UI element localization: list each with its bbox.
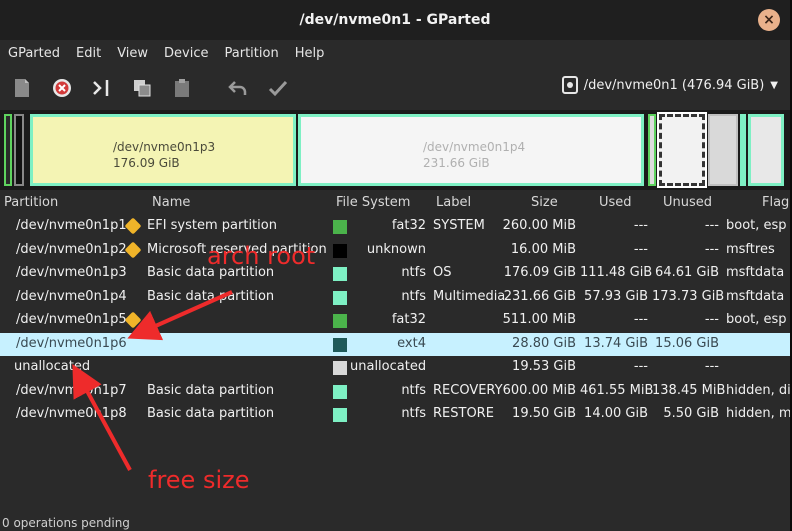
delete-partition-button[interactable]: [44, 73, 80, 103]
partition-segment-p5[interactable]: [648, 114, 656, 186]
title-bar: /dev/nvme0n1 - GParted ×: [0, 0, 790, 40]
undo-icon: [228, 81, 247, 95]
table-row[interactable]: /dev/nvme0n1p5 fat32 511.00 MiB --- --- …: [0, 309, 790, 333]
partition-segment-p4[interactable]: /dev/nvme0n1p4 231.66 GiB: [298, 114, 644, 186]
partition-segment-p3[interactable]: /dev/nvme0n1p3 176.09 GiB: [30, 114, 296, 186]
arch-root-annotation: arch root: [207, 242, 316, 270]
fs-color-swatch: [333, 384, 347, 399]
col-filesystem[interactable]: File System: [336, 195, 410, 210]
fs-color-swatch: [333, 290, 347, 305]
toolbar: /dev/nvme0n1 (476.94 GiB) ▼: [0, 68, 790, 108]
table-row[interactable]: /dev/nvme0n1p8 Basic data partition ntfs…: [0, 403, 790, 427]
segment-p3-name: /dev/nvme0n1p3: [113, 140, 216, 154]
menu-device[interactable]: Device: [156, 46, 216, 61]
segment-p4-name: /dev/nvme0n1p4: [423, 140, 526, 154]
undo-button[interactable]: [220, 73, 256, 103]
menu-help[interactable]: Help: [287, 46, 333, 61]
menu-partition[interactable]: Partition: [217, 46, 287, 61]
status-bar: 0 operations pending: [2, 516, 130, 530]
copy-button[interactable]: [124, 73, 160, 103]
partition-segment-p7[interactable]: [740, 114, 746, 186]
fs-color-swatch: [333, 337, 347, 352]
chevron-down-icon: ▼: [770, 79, 778, 91]
table-row-selected[interactable]: /dev/nvme0n1p6 ext4 28.80 GiB 13.74 GiB …: [0, 332, 790, 356]
warning-icon: [124, 217, 142, 236]
gparted-window: /dev/nvme0n1 - GParted × GParted Edit Vi…: [0, 0, 790, 531]
col-unused[interactable]: Unused: [663, 195, 712, 210]
disk-icon: [561, 76, 578, 94]
apply-icon: [268, 80, 288, 97]
delete-icon: [53, 79, 71, 97]
fs-color-swatch: [333, 314, 347, 328]
partition-segment-p6[interactable]: [657, 112, 707, 188]
warning-icon: [124, 241, 142, 260]
partition-segment-p1[interactable]: [4, 114, 12, 186]
partition-segment-unallocated[interactable]: [708, 114, 738, 186]
col-label[interactable]: Label: [436, 195, 471, 210]
menu-bar: GParted Edit View Device Partition Help: [0, 40, 790, 66]
col-flags[interactable]: Flag: [762, 195, 789, 210]
close-button[interactable]: ×: [758, 9, 780, 31]
col-size[interactable]: Size: [531, 195, 558, 210]
table-row[interactable]: /dev/nvme0n1p4 Basic data partition ntfs…: [0, 286, 790, 310]
paste-button[interactable]: [164, 73, 200, 103]
table-header: Partition Name File System Label Size Us…: [0, 192, 790, 214]
device-selector[interactable]: /dev/nvme0n1 (476.94 GiB) ▼: [561, 76, 778, 94]
table-row[interactable]: /dev/nvme0n1p3 Basic data partition ntfs…: [0, 262, 790, 286]
menu-view[interactable]: View: [109, 46, 156, 61]
fs-color-swatch: [333, 267, 347, 281]
apply-button[interactable]: [260, 73, 296, 103]
partition-map: /dev/nvme0n1p3 176.09 GiB /dev/nvme0n1p4…: [0, 110, 790, 190]
col-partition[interactable]: Partition: [4, 195, 58, 210]
close-icon: ×: [763, 12, 775, 28]
segment-p4-size: 231.66 GiB: [423, 156, 490, 170]
resize-move-button[interactable]: [84, 73, 120, 103]
fs-color-swatch: [333, 361, 347, 375]
fs-color-swatch: [333, 408, 347, 422]
fs-color-swatch: [333, 220, 347, 234]
table-row[interactable]: unallocated unallocated 19.53 GiB --- --…: [0, 356, 790, 380]
device-name: /dev/nvme0n1 (476.94 GiB): [583, 77, 765, 93]
paste-icon: [175, 79, 189, 97]
partition-table: /dev/nvme0n1p1 EFI system partition fat3…: [0, 215, 790, 427]
segment-p3-size: 176.09 GiB: [113, 156, 180, 170]
warning-icon: [124, 311, 142, 330]
partition-segment-p8[interactable]: [748, 114, 784, 186]
free-size-annotation: free size: [148, 466, 250, 494]
table-row[interactable]: /dev/nvme0n1p2 Microsoft reserved partit…: [0, 239, 790, 263]
copy-icon: [134, 80, 151, 97]
resize-icon: [93, 80, 109, 96]
table-row[interactable]: /dev/nvme0n1p7 Basic data partition ntfs…: [0, 380, 790, 404]
new-partition-button[interactable]: [4, 73, 40, 103]
window-title: /dev/nvme0n1 - GParted: [299, 12, 491, 28]
table-row[interactable]: /dev/nvme0n1p1 EFI system partition fat3…: [0, 215, 790, 239]
menu-edit[interactable]: Edit: [68, 46, 109, 61]
col-used[interactable]: Used: [599, 195, 632, 210]
fs-color-swatch: [333, 243, 347, 258]
partition-segment-p2[interactable]: [14, 114, 24, 186]
new-icon: [15, 79, 29, 97]
col-name[interactable]: Name: [152, 195, 190, 210]
menu-gparted[interactable]: GParted: [0, 46, 68, 61]
